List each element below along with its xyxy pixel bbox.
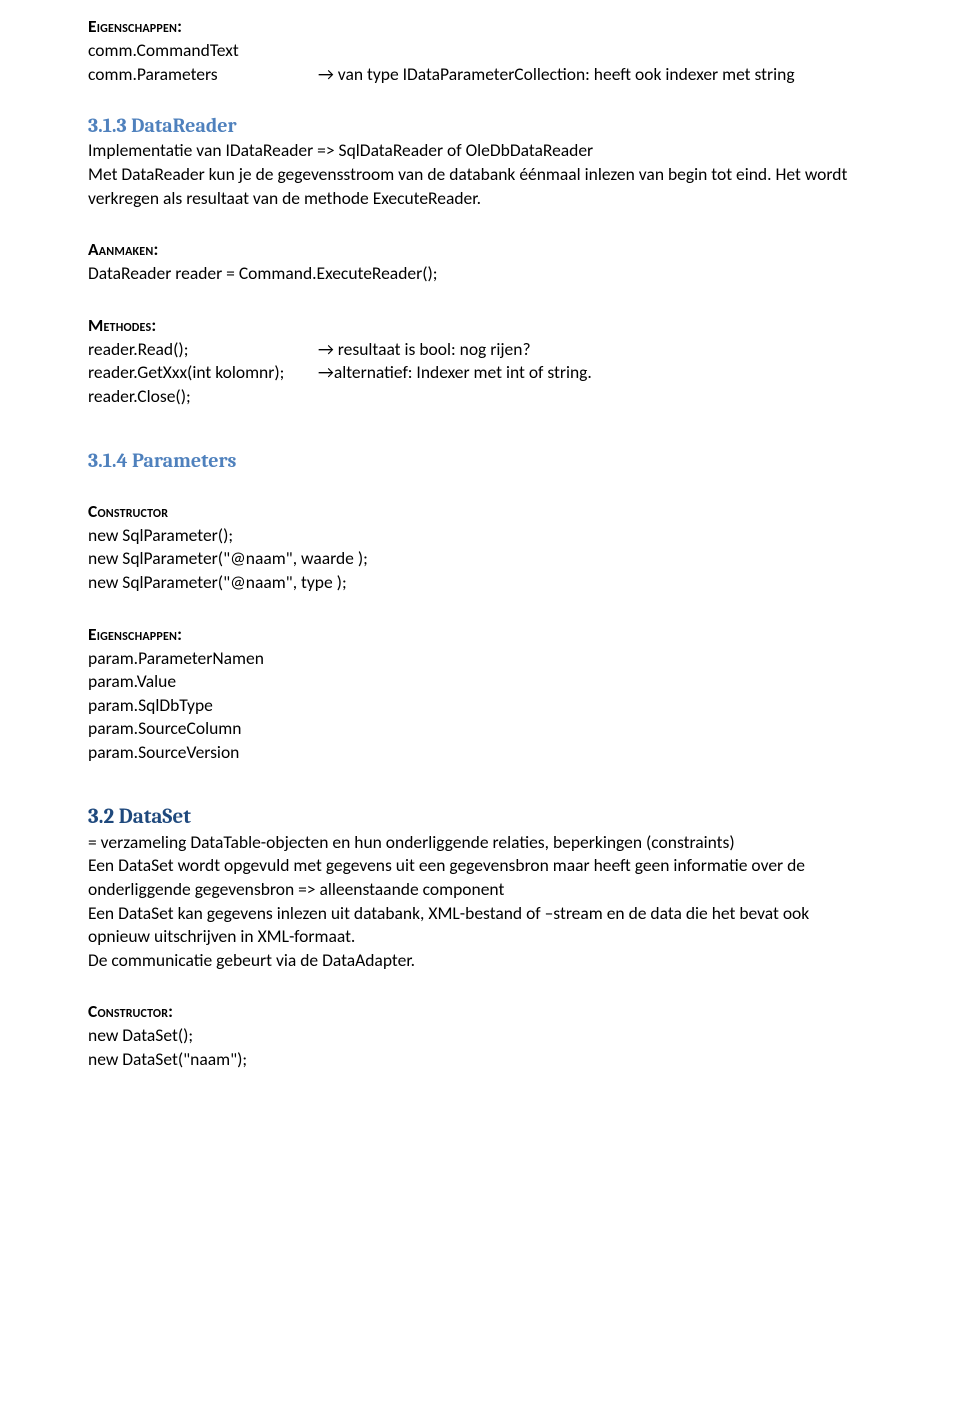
code-line: new SqlParameter();	[88, 524, 872, 548]
code-annotation: → van type IDataParameterCollection: hee…	[318, 63, 872, 87]
code-line: param.SourceVersion	[88, 741, 872, 765]
code-line: param.SqlDbType	[88, 694, 872, 718]
code-line: param.ParameterNamen	[88, 647, 872, 671]
code-line: new SqlParameter("@naam", waarde );	[88, 547, 872, 571]
code-line: reader.Read();	[88, 338, 318, 362]
section-label-methodes: Methodes:	[88, 314, 872, 336]
code-line: new SqlParameter("@naam", type );	[88, 571, 872, 595]
paragraph-datareader: Implementatie van IDataReader => SqlData…	[88, 139, 872, 210]
code-line: param.SourceColumn	[88, 717, 872, 741]
code-line: new DataSet("naam");	[88, 1048, 872, 1072]
code-annotation: →alternatief: Indexer met int of string.	[318, 361, 872, 385]
section-label-constructor-2: Constructor:	[88, 1000, 872, 1022]
code-line: reader.GetXxx(int kolomnr);	[88, 361, 318, 385]
code-line: DataReader reader = Command.ExecuteReade…	[88, 262, 872, 286]
section-label-constructor-1: Constructor	[88, 500, 872, 522]
section-label-aanmaken: Aanmaken:	[88, 238, 872, 260]
document-page: Eigenschappen: comm.CommandText comm.Par…	[0, 0, 960, 1112]
section-label-eigenschappen-2: Eigenschappen:	[88, 623, 872, 645]
code-line: new DataSet();	[88, 1024, 872, 1048]
paragraph-dataset: = verzameling DataTable-objecten en hun …	[88, 831, 872, 973]
heading-3-2-dataset: 3.2 DataSet	[88, 805, 872, 829]
heading-3-1-3-datareader: 3.1.3 DataReader	[88, 114, 872, 137]
code-line: comm.CommandText	[88, 39, 872, 63]
heading-3-1-4-parameters: 3.1.4 Parameters	[88, 449, 872, 472]
code-line: reader.Close();	[88, 385, 872, 409]
section-label-eigenschappen-1: Eigenschappen:	[88, 15, 872, 37]
code-annotation: → resultaat is bool: nog rijen?	[318, 338, 872, 362]
code-line: param.Value	[88, 670, 872, 694]
code-line: comm.Parameters	[88, 63, 318, 87]
